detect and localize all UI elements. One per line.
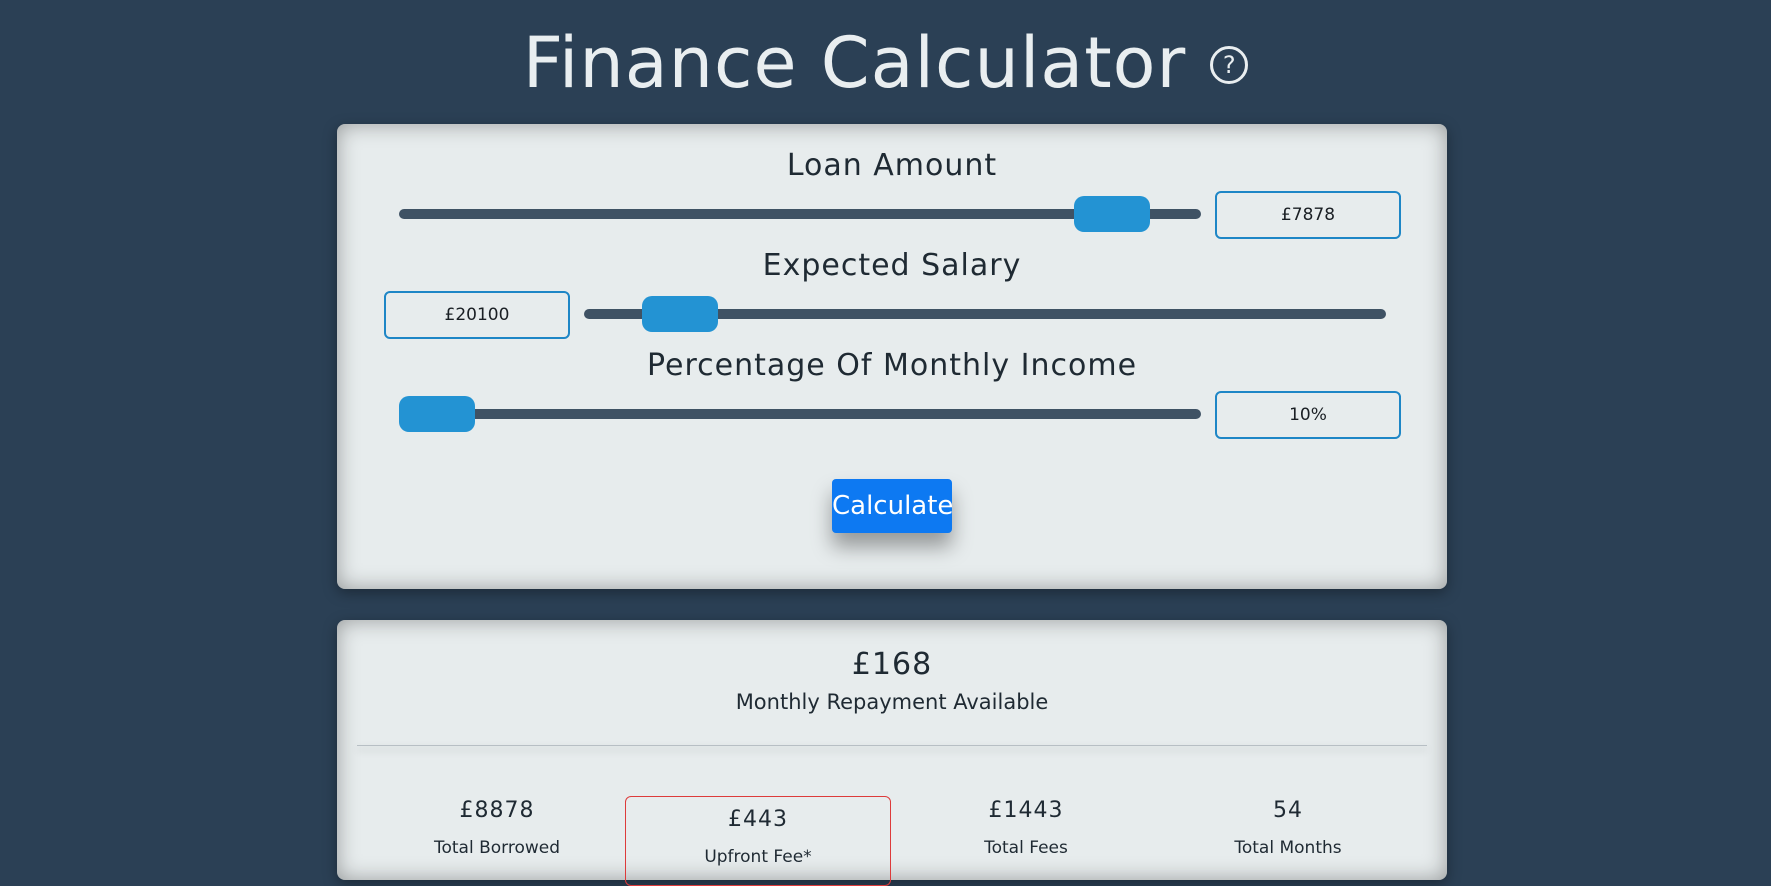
- stat-label: Total Borrowed: [433, 838, 561, 858]
- percentage-income-label: Percentage Of Monthly Income: [646, 348, 1138, 383]
- percentage-income-field[interactable]: 10%: [1215, 391, 1401, 439]
- help-circle-icon[interactable]: ?: [1210, 46, 1249, 84]
- monthly-repayment-amount: £168: [851, 647, 933, 682]
- stat-total-fees: £1443 Total Fees: [895, 796, 1157, 858]
- input-panel: Loan Amount £7878 Expected Salary £20100…: [337, 124, 1447, 589]
- stat-total-borrowed: £8878 Total Borrowed: [366, 796, 628, 858]
- expected-salary-field[interactable]: £20100: [384, 291, 570, 339]
- calculate-button[interactable]: Calculate: [832, 479, 953, 533]
- divider: [357, 745, 1427, 746]
- stat-label: Upfront Fee*: [704, 847, 812, 867]
- expected-salary-label: Expected Salary: [762, 248, 1022, 283]
- loan-amount-slider[interactable]: [399, 196, 1201, 232]
- expected-salary-slider-thumb[interactable]: [642, 296, 718, 332]
- page-title: Finance Calculator?: [0, 18, 1771, 108]
- loan-amount-field[interactable]: £7878: [1215, 191, 1401, 239]
- stat-label: Total Months: [1234, 838, 1342, 858]
- title-text: Finance Calculator: [522, 22, 1187, 104]
- stat-label: Total Fees: [984, 838, 1068, 858]
- stat-upfront-fee: £443 Upfront Fee*: [625, 796, 891, 886]
- loan-amount-slider-thumb[interactable]: [1074, 196, 1150, 232]
- stat-total-months: 54 Total Months: [1157, 796, 1419, 858]
- loan-amount-label: Loan Amount: [786, 148, 998, 183]
- percentage-income-slider[interactable]: [399, 396, 1201, 432]
- percentage-income-slider-thumb[interactable]: [399, 396, 475, 432]
- expected-salary-slider[interactable]: [584, 296, 1386, 332]
- stat-value: £8878: [459, 798, 535, 823]
- stat-value: 54: [1273, 798, 1303, 823]
- stat-value: £443: [728, 807, 788, 832]
- stat-value: £1443: [988, 798, 1064, 823]
- monthly-repayment-label: Monthly Repayment Available: [735, 690, 1049, 714]
- results-panel: £168 Monthly Repayment Available £8878 T…: [337, 620, 1447, 886]
